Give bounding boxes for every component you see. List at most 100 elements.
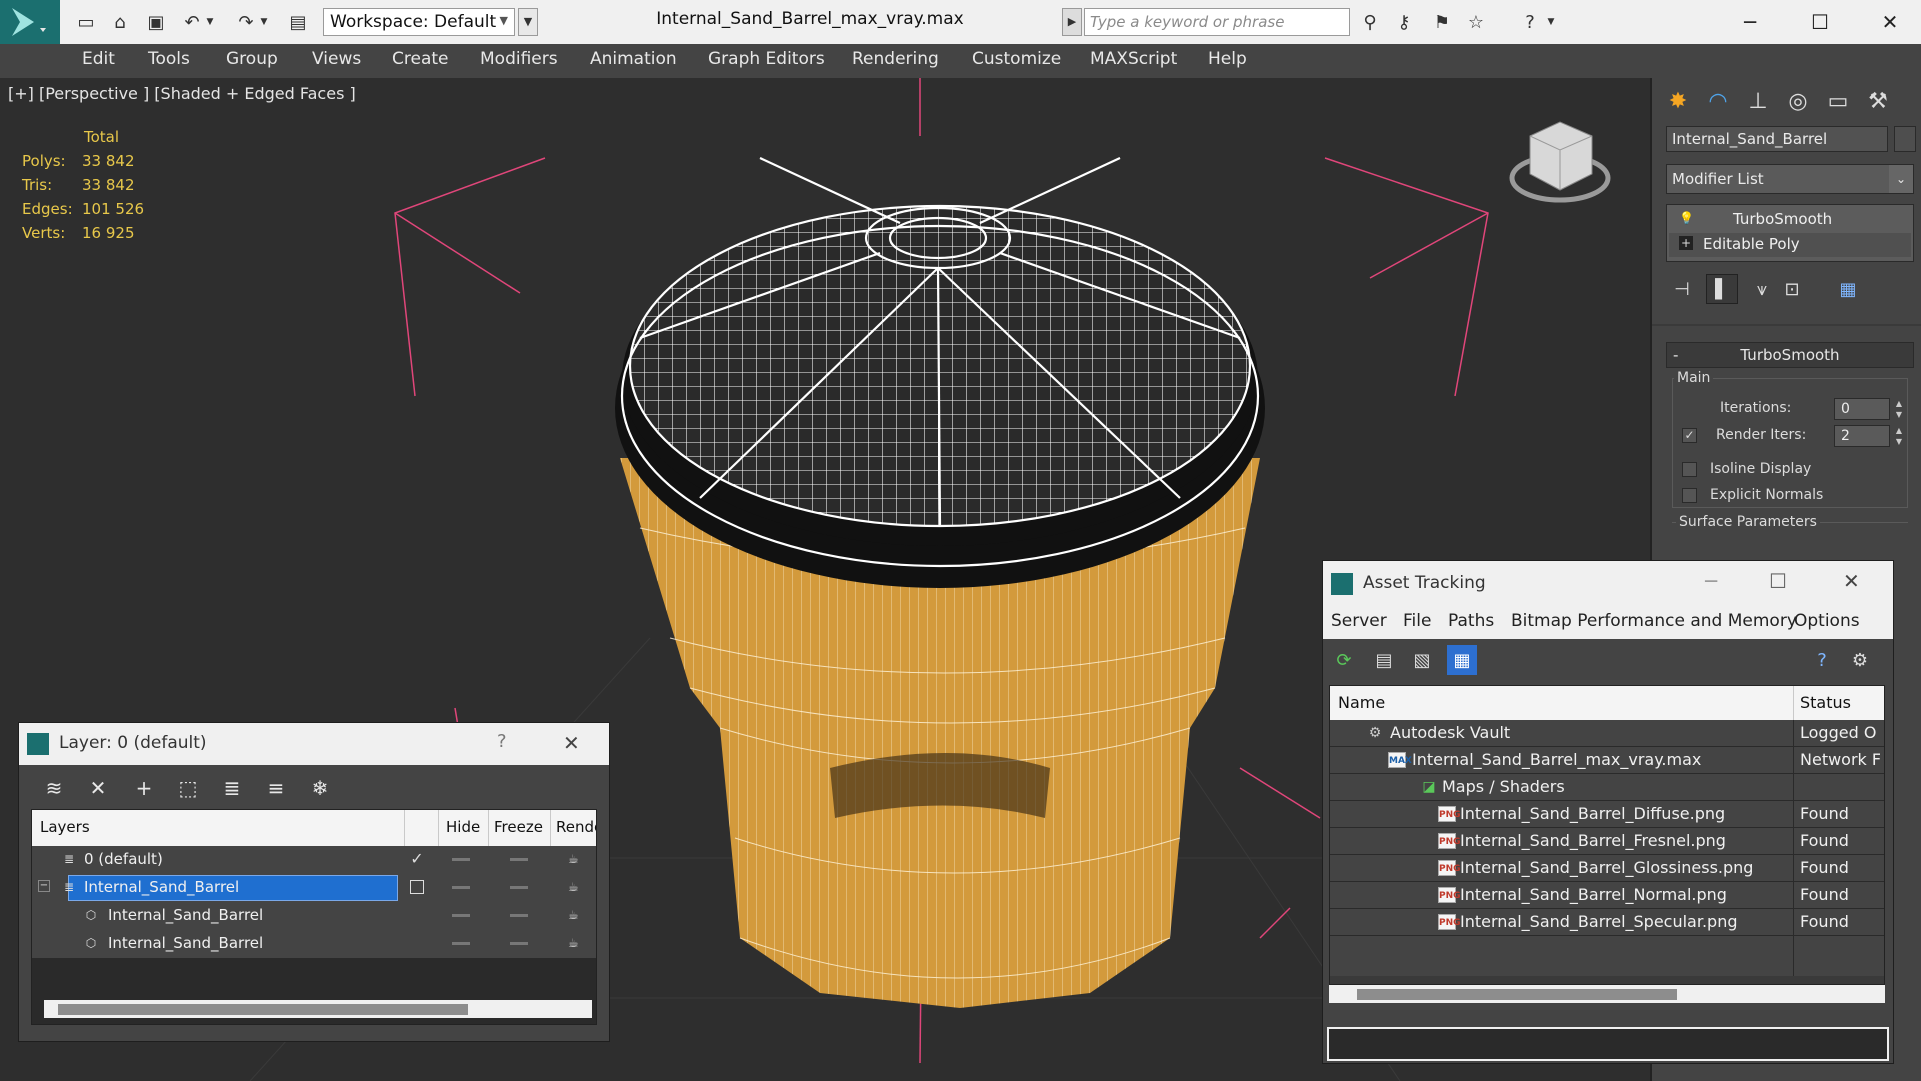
refresh-icon[interactable]: ⟳ [1329, 645, 1359, 675]
layer-row-object[interactable]: ⬡ Internal_Sand_Barrel ☕ [32, 902, 596, 930]
redo-icon[interactable]: ↷ [232, 8, 260, 36]
help-dropdown-icon[interactable]: ▼ [1544, 8, 1558, 36]
search-input[interactable] [1084, 8, 1350, 36]
menu-group[interactable]: Group [226, 49, 278, 69]
scrollbar-thumb[interactable] [1357, 989, 1677, 1000]
menu-maxscript[interactable]: MAXScript [1090, 49, 1177, 69]
help-button[interactable]: ? [497, 731, 507, 752]
show-end-result-icon[interactable]: ▌ [1706, 274, 1738, 304]
render-teapot-icon[interactable]: ☕ [568, 909, 584, 921]
asset-row-png[interactable]: PNG Internal_Sand_Barrel_Glossiness.png … [1330, 855, 1884, 882]
menu-customize[interactable]: Customize [972, 49, 1061, 69]
help-query-icon[interactable]: ? [1807, 645, 1837, 675]
spinner-arrows-icon[interactable]: ▲ ▼ [1892, 398, 1906, 420]
object-color-swatch[interactable] [1894, 126, 1916, 152]
render-teapot-icon[interactable]: ☕ [568, 881, 584, 893]
explicit-normals-checkbox[interactable] [1682, 488, 1697, 503]
hide-toggle[interactable] [452, 942, 470, 945]
lightbulb-icon[interactable]: 💡 [1679, 211, 1694, 225]
menu-graph-editors[interactable]: Graph Editors [708, 49, 825, 69]
highlight-selected-icon[interactable]: ≣ [217, 773, 247, 803]
menu-server[interactable]: Server [1331, 611, 1387, 631]
menu-options[interactable]: Options [1794, 611, 1860, 631]
motion-tab-icon[interactable]: ◎ [1780, 84, 1816, 118]
menu-bitmap-performance[interactable]: Bitmap Performance and Memory [1511, 611, 1797, 631]
menu-rendering[interactable]: Rendering [852, 49, 939, 69]
spinner-arrows-icon[interactable]: ▲ ▼ [1892, 425, 1906, 447]
new-file-icon[interactable]: ▭ [72, 8, 100, 36]
configure-modifier-sets-icon[interactable]: ▦ [1832, 274, 1864, 304]
menu-create[interactable]: Create [392, 49, 449, 69]
binoculars-icon[interactable]: ⚲ [1356, 8, 1384, 36]
menu-file[interactable]: File [1403, 611, 1431, 631]
render-iters-checkbox[interactable]: ✓ [1682, 428, 1697, 443]
asset-row-png[interactable]: PNG Internal_Sand_Barrel_Fresnel.png Fou… [1330, 828, 1884, 855]
help-icon[interactable]: ? [1516, 8, 1544, 36]
save-file-icon[interactable]: ▣ [142, 8, 170, 36]
freeze-all-layers-icon[interactable]: ❄ [305, 773, 335, 803]
col-status[interactable]: Status [1800, 693, 1851, 712]
settings-query-icon[interactable]: ⚙ [1845, 645, 1875, 675]
create-tab-icon[interactable]: ✸ [1660, 84, 1696, 118]
turbosmooth-rollout-header[interactable]: - TurboSmooth [1666, 342, 1914, 368]
freeze-toggle[interactable] [510, 942, 528, 945]
workspace-selector[interactable]: Workspace: Default ▼ [323, 8, 515, 36]
modify-tab-icon[interactable]: ◠ [1700, 84, 1736, 118]
horizontal-scrollbar[interactable] [44, 1000, 592, 1018]
maximize-icon[interactable]: ☐ [1769, 569, 1787, 593]
layer-row-internal-sand-barrel[interactable]: − ≣ Internal_Sand_Barrel ☕ [32, 874, 596, 902]
hide-toggle[interactable] [452, 886, 470, 889]
col-layers[interactable]: Layers [40, 818, 90, 836]
make-unique-icon[interactable]: ⩛ [1746, 274, 1778, 304]
close-icon[interactable]: ✕ [1843, 569, 1860, 593]
maximize-icon[interactable]: ☐ [1790, 0, 1850, 44]
table-view-icon[interactable]: ▦ [1447, 645, 1477, 675]
layer-dialog-titlebar[interactable]: Layer: 0 (default) ? ✕ [19, 723, 609, 765]
asset-row-png[interactable]: PNG Internal_Sand_Barrel_Normal.png Foun… [1330, 882, 1884, 909]
sign-in-icon[interactable]: ⚑ [1428, 8, 1456, 36]
add-selection-icon[interactable]: + [129, 773, 159, 803]
menu-help[interactable]: Help [1208, 49, 1247, 69]
app-logo-icon[interactable] [0, 0, 60, 44]
col-name[interactable]: Name [1338, 693, 1385, 712]
select-objects-icon[interactable]: ⬚ [173, 773, 203, 803]
freeze-toggle[interactable] [510, 858, 528, 861]
render-teapot-icon[interactable]: ☕ [568, 853, 584, 865]
render-iters-spinner[interactable]: 2 [1834, 425, 1890, 447]
expand-plus-icon[interactable]: + [1679, 236, 1693, 250]
key-icon[interactable]: ⚷ [1390, 8, 1418, 36]
menu-paths[interactable]: Paths [1448, 611, 1494, 631]
menu-tools[interactable]: Tools [148, 49, 190, 69]
menu-views[interactable]: Views [312, 49, 361, 69]
hide-toggle[interactable] [452, 858, 470, 861]
delete-layer-icon[interactable]: ✕ [83, 773, 113, 803]
asset-dialog-titlebar[interactable]: Asset Tracking ─ ☐ ✕ [1323, 561, 1893, 605]
close-icon[interactable]: ✕ [1860, 0, 1920, 44]
col-freeze[interactable]: Freeze [494, 818, 543, 836]
redo-dropdown-icon[interactable]: ▼ [257, 8, 271, 36]
asset-row-png[interactable]: PNG Internal_Sand_Barrel_Specular.png Fo… [1330, 909, 1884, 936]
undo-dropdown-icon[interactable]: ▼ [203, 8, 217, 36]
render-teapot-icon[interactable]: ☕ [568, 937, 584, 949]
remove-modifier-icon[interactable]: ⊡ [1776, 274, 1808, 304]
active-checkmark-icon[interactable]: ✓ [410, 851, 424, 867]
utilities-tab-icon[interactable]: ⚒ [1860, 84, 1896, 118]
hide-toggle[interactable] [452, 914, 470, 917]
stack-item-turbosmooth[interactable]: 💡 TurboSmooth [1669, 208, 1911, 232]
asset-row-maps[interactable]: ◪ Maps / Shaders [1330, 774, 1884, 801]
object-name-field[interactable]: Internal_Sand_Barrel [1666, 126, 1888, 152]
list-view-icon[interactable]: ▤ [1369, 645, 1399, 675]
workspace-more-icon[interactable]: ▼ [518, 8, 538, 36]
asset-path-field[interactable] [1327, 1027, 1889, 1061]
favorites-star-icon[interactable]: ☆ [1462, 8, 1490, 36]
menu-edit[interactable]: Edit [82, 49, 115, 69]
col-hide[interactable]: Hide [446, 818, 480, 836]
set-current-layer-icon[interactable] [410, 880, 424, 894]
asset-row-png[interactable]: PNG Internal_Sand_Barrel_Diffuse.png Fou… [1330, 801, 1884, 828]
menu-animation[interactable]: Animation [590, 49, 677, 69]
minimize-icon[interactable]: ─ [1705, 569, 1717, 593]
asset-row-max-file[interactable]: MAX Internal_Sand_Barrel_max_vray.max Ne… [1330, 747, 1884, 774]
modifier-list-dropdown[interactable]: Modifier List ⌄ [1666, 164, 1914, 194]
pin-stack-icon[interactable]: ⊣ [1666, 274, 1698, 304]
project-folder-icon[interactable]: ▤ [284, 8, 312, 36]
